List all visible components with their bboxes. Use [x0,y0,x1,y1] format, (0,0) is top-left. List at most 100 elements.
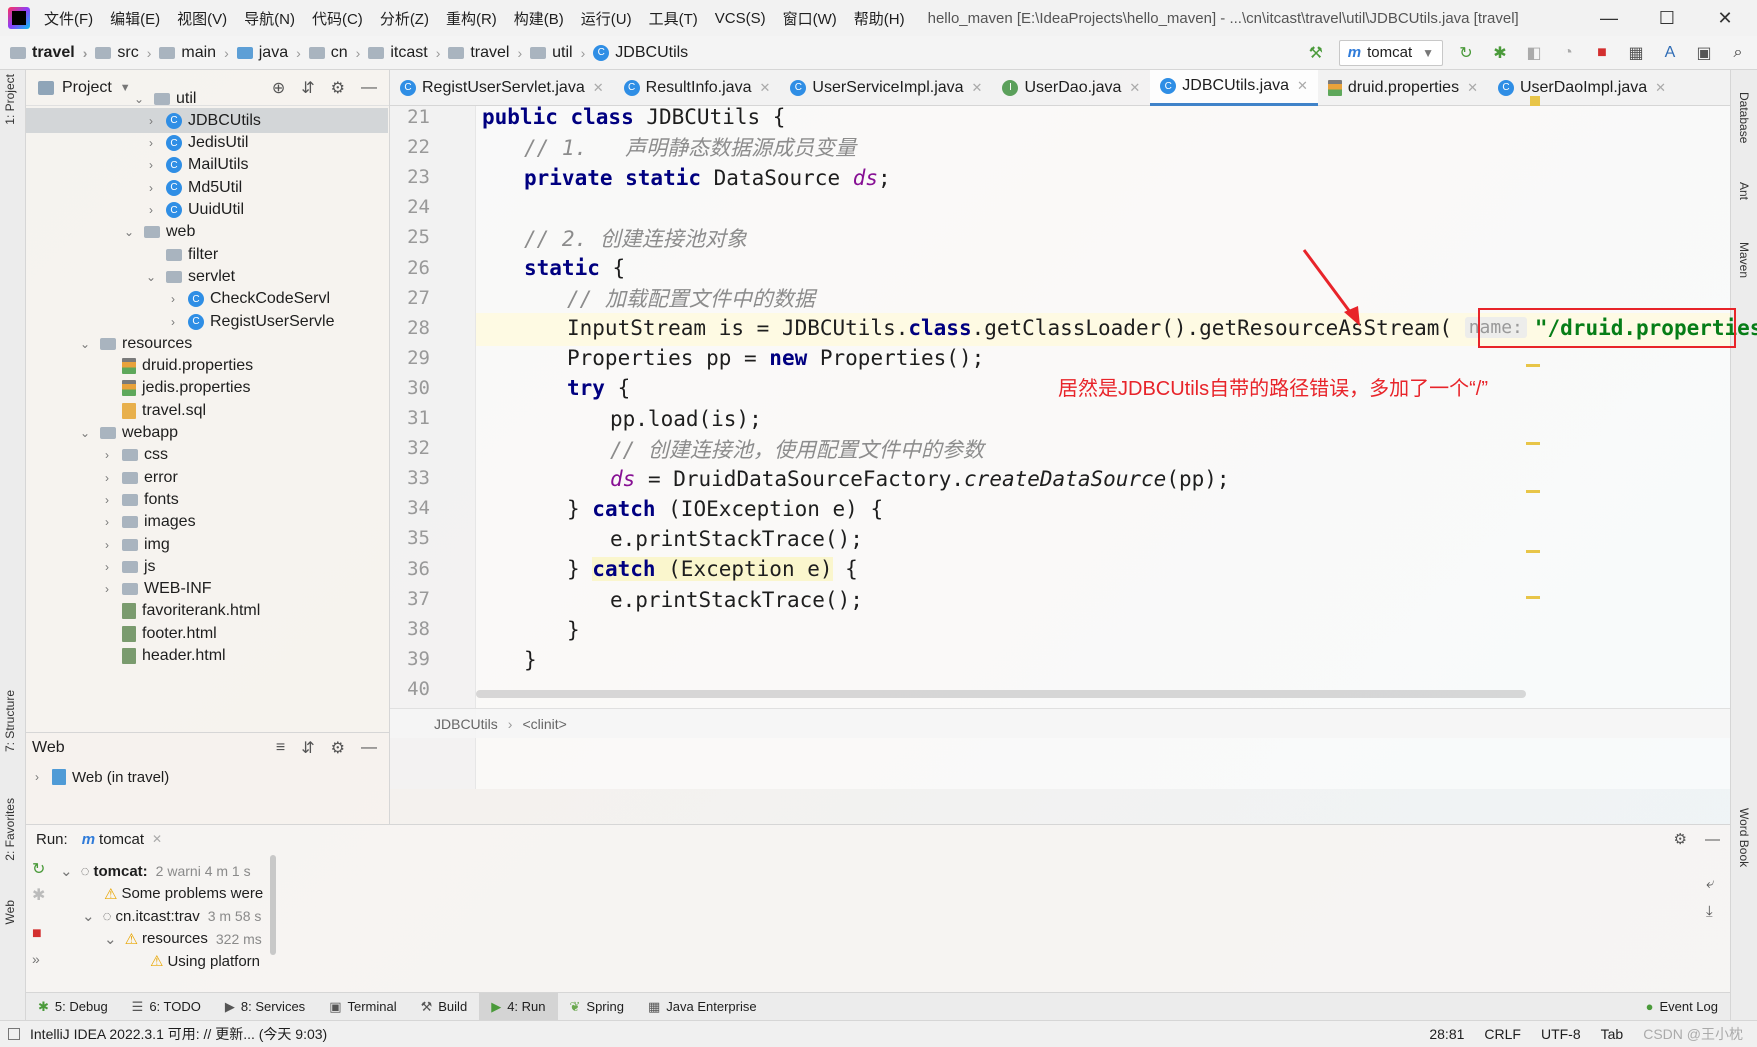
breadcrumb-item[interactable]: C JDBCUtils [593,44,688,62]
tree-item[interactable]: ⌄ servlet [26,264,235,289]
menu-analyze[interactable]: 分析(Z) [380,8,429,29]
tree-item[interactable]: ⌄ web [26,220,195,245]
menu-run[interactable]: 运行(U) [581,8,632,29]
maximize-button[interactable]: ☐ [1638,0,1696,36]
database-tool-tab[interactable]: Database [1737,92,1751,143]
gear-icon[interactable]: ⚙ [331,738,345,758]
rerun-icon[interactable]: ↻ [1455,42,1477,64]
breadcrumb-item[interactable]: itcast › [368,44,440,62]
chevron-down-icon[interactable]: ⌄ [144,270,158,284]
breadcrumb-item[interactable]: travel › [448,44,522,62]
toggle-tool-windows-icon[interactable] [8,1028,20,1040]
chevron-right-icon[interactable]: › [144,114,158,128]
run-tree-scrollbar[interactable] [270,855,276,955]
tree-item[interactable]: ⌄ util [26,86,196,111]
expand-all-icon[interactable]: ≡ [276,739,285,757]
chevron-right-icon[interactable]: › [100,560,114,574]
debug-icon[interactable]: ✱ [1489,42,1511,64]
event-log-tab[interactable]: ● Event Log [1634,993,1730,1021]
chevron-right-icon[interactable]: › [100,515,114,529]
code-editor[interactable]: 21 22 23 24 25 26 27 28 29 30 31 32 33 34 35 36 37 38 39 40… [390,96,1757,789]
locate-icon[interactable]: ⊕ [272,78,285,98]
error-stripe-marker[interactable] [1526,442,1540,445]
editor-tab[interactable]: C UserServiceImpl.java ✕ [780,70,992,106]
close-tab-icon[interactable]: ✕ [759,80,770,96]
tree-item[interactable]: › C JDBCUtils [26,108,388,134]
tool-tab-spring[interactable]: ❦ Spring [558,993,636,1021]
build-tree-item[interactable]: ⌄ ◌ cn.itcast:trav 3 m 58 s [82,904,261,928]
tool-tab-java-enterprise[interactable]: ▦ Java Enterprise [636,993,769,1021]
tree-item[interactable]: › C Md5Util [26,175,242,200]
breadcrumb-class[interactable]: JDBCUtils [434,716,498,732]
tree-item[interactable]: footer.html [26,621,217,646]
editor-tab[interactable]: druid.properties ✕ [1318,70,1488,106]
hide-icon[interactable]: — [1705,831,1720,848]
gear-icon[interactable]: ⚙ [331,78,345,98]
project-structure-icon[interactable]: ▦ [1625,42,1647,64]
chevron-down-icon[interactable]: ⌄ [132,92,146,106]
tree-item[interactable]: druid.properties [26,354,253,379]
menu-vcs[interactable]: VCS(S) [715,10,766,27]
structure-tool-tab[interactable]: 7: Structure [3,690,17,752]
tool-tab-services[interactable]: ▶ 8: Services [213,993,317,1021]
gear-icon[interactable]: ⚙ [1674,830,1687,848]
tree-item[interactable]: › images [26,510,196,535]
rerun-icon[interactable]: ↻ [32,859,58,885]
chevron-right-icon[interactable]: › [144,203,158,217]
warning-marker[interactable] [1530,96,1540,106]
chevron-right-icon[interactable]: › [100,493,114,507]
breadcrumb-item[interactable]: java › [236,44,301,62]
close-tab-icon[interactable]: ✕ [972,80,983,96]
editor-tab[interactable]: I UserDao.java ✕ [992,70,1150,106]
web-facet-item[interactable]: › Web (in travel) [26,763,389,791]
tool-tab-build[interactable]: ⚒ Build [409,993,480,1021]
stop-icon[interactable]: ■ [1591,42,1613,64]
search-icon[interactable]: ⌕ [1727,42,1749,64]
close-button[interactable]: ✕ [1696,0,1754,36]
chevron-right-icon[interactable]: › [144,136,158,150]
tree-item[interactable]: filter [26,242,218,267]
close-tab-icon[interactable]: ✕ [1655,80,1666,96]
maven-tool-tab[interactable]: Maven [1737,242,1751,278]
tree-item[interactable]: ⌄ resources [26,331,192,356]
editor-tab[interactable]: C JDBCUtils.java ✕ [1150,69,1318,106]
minimize-button[interactable]: — [1580,0,1638,36]
menu-code[interactable]: 代码(C) [312,8,363,29]
chevron-right-icon[interactable]: › [144,158,158,172]
tool-tab-run[interactable]: ▶ 4: Run [479,992,558,1021]
chevron-down-icon[interactable]: ⌄ [82,907,95,925]
error-stripe-marker[interactable] [1526,490,1540,493]
tree-item[interactable]: › C MailUtils [26,153,248,178]
breadcrumb-item[interactable]: src › [95,44,151,62]
build-hammer-icon[interactable]: ⚒ [1305,42,1327,64]
menu-view[interactable]: 视图(V) [177,8,227,29]
build-tree-item[interactable]: ⚠ Some problems were [104,882,271,906]
run-config-selector[interactable]: m tomcat ▼ [1338,39,1443,66]
coverage-icon[interactable]: ◧ [1523,42,1545,64]
menu-build[interactable]: 构建(B) [514,8,564,29]
error-stripe-marker[interactable] [1526,550,1540,553]
tree-item[interactable]: › error [26,465,178,490]
menu-edit[interactable]: 编辑(E) [110,8,160,29]
status-message[interactable]: IntelliJ IDEA 2022.3.1 可用: // 更新... (今天 … [30,1024,327,1044]
word-book-tool-tab[interactable]: Word Book [1737,808,1751,867]
terminal-window-icon[interactable]: ▣ [1693,42,1715,64]
editor-tab[interactable]: C UserDaoImpl.java ✕ [1488,70,1676,106]
profile-icon[interactable]: ◔ [1557,42,1579,64]
collapse-all-icon[interactable]: ⇵ [301,78,314,98]
web-tool-tab[interactable]: Web [3,900,17,924]
build-tree-item[interactable]: ⌄ ⚠ resources 322 ms [104,927,262,951]
chevron-right-icon[interactable]: › [100,538,114,552]
hide-icon[interactable]: — [361,739,377,757]
tool-tab-debug[interactable]: ✱ 5: Debug [26,993,120,1021]
chevron-right-icon[interactable]: › [166,315,180,329]
stop-icon[interactable]: ■ [32,925,58,951]
soft-wrap-icon[interactable]: ⤶ [1706,875,1714,892]
menu-refactor[interactable]: 重构(R) [446,8,497,29]
build-tree-item[interactable]: ⌄ ◌ tomcat: 2 warni 4 m 1 s [60,859,251,883]
tree-item[interactable]: › fonts [26,487,179,512]
close-tab-icon[interactable]: ✕ [1297,78,1308,94]
translate-icon[interactable]: A [1659,42,1681,64]
chevron-down-icon[interactable]: ⌄ [78,337,92,351]
ant-tool-tab[interactable]: Ant [1737,182,1751,200]
